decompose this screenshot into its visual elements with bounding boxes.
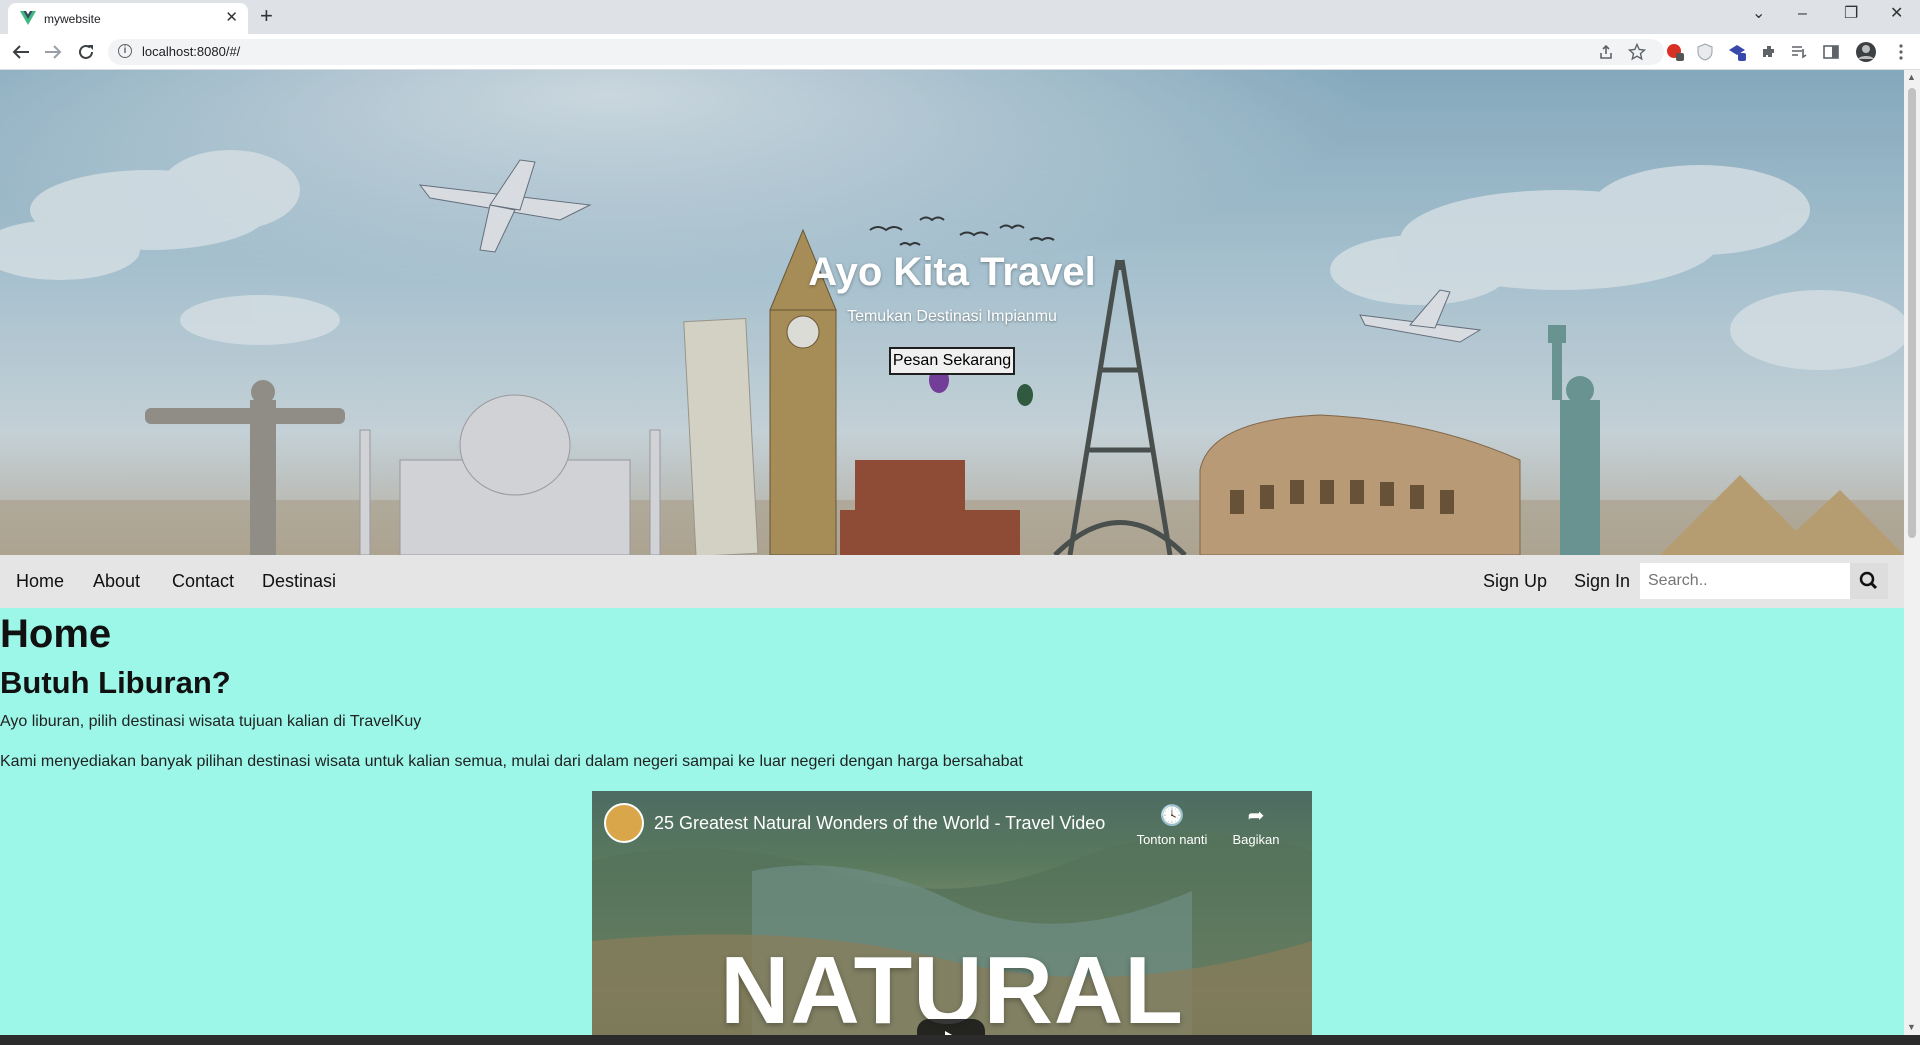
nav-contact[interactable]: Contact: [172, 571, 234, 592]
bookmark-star-icon[interactable]: [1628, 43, 1646, 61]
close-window-button[interactable]: ✕: [1890, 4, 1903, 24]
browser-toolbar: i localhost:8080/#/: [0, 34, 1920, 70]
youtube-video-embed[interactable]: 25 Greatest Natural Wonders of the World…: [592, 791, 1312, 1035]
share-button[interactable]: ➦ Bagikan: [1216, 803, 1296, 847]
browser-tab[interactable]: mywebsite ✕: [8, 3, 248, 34]
watch-later-button[interactable]: 🕓 Tonton nanti: [1132, 803, 1212, 847]
clock-icon: 🕓: [1159, 805, 1185, 827]
forward-icon[interactable]: [44, 44, 62, 60]
share-icon[interactable]: [1598, 44, 1614, 60]
extensions-icon[interactable]: [1760, 43, 1778, 61]
adblock-extension-icon[interactable]: [1666, 43, 1684, 61]
scroll-up-icon[interactable]: ▲: [1907, 72, 1916, 82]
page-scrollbar[interactable]: ▲ ▼: [1904, 70, 1920, 1035]
restore-button[interactable]: ❐: [1844, 4, 1858, 24]
back-icon[interactable]: [12, 44, 30, 60]
menu-icon[interactable]: [1892, 43, 1910, 61]
sign-up-link[interactable]: Sign Up: [1483, 571, 1547, 592]
page-title: Home: [0, 612, 112, 656]
new-tab-button[interactable]: +: [260, 4, 273, 28]
browser-tab-strip: mywebsite ✕ + ⌄ – ❐ ✕: [0, 0, 1920, 34]
tab-title: mywebsite: [44, 12, 101, 26]
nav-about[interactable]: About: [93, 571, 140, 592]
scroll-thumb[interactable]: [1908, 88, 1916, 538]
nav-home[interactable]: Home: [16, 571, 64, 592]
shield-extension-icon[interactable]: [1696, 43, 1714, 61]
page-viewport: Ayo Kita Travel Temukan Destinasi Impian…: [0, 70, 1904, 1035]
reload-icon[interactable]: [77, 43, 95, 61]
play-button[interactable]: [917, 1019, 985, 1035]
section-title: Butuh Liburan?: [0, 665, 231, 700]
extension-badge-icon[interactable]: [1728, 43, 1746, 61]
nav-destinasi[interactable]: Destinasi: [262, 571, 336, 592]
scroll-down-icon[interactable]: ▼: [1907, 1022, 1916, 1032]
intro-paragraph: Ayo liburan, pilih destinasi wisata tuju…: [0, 713, 422, 730]
channel-avatar[interactable]: [604, 803, 644, 843]
hero-subtitle: Temukan Destinasi Impianmu: [847, 308, 1057, 325]
main-navbar: Home About Contact Destinasi Sign Up Sig…: [0, 555, 1904, 608]
search-button[interactable]: [1850, 563, 1888, 599]
reading-list-icon[interactable]: [1790, 43, 1808, 61]
url-text[interactable]: localhost:8080/#/: [142, 44, 240, 59]
search-icon: [1859, 571, 1878, 590]
video-title[interactable]: 25 Greatest Natural Wonders of the World…: [654, 813, 1105, 834]
profile-avatar-icon[interactable]: [1855, 41, 1877, 63]
book-now-button[interactable]: Pesan Sekarang: [889, 347, 1015, 375]
minimize-button[interactable]: –: [1798, 4, 1807, 24]
tab-search-icon[interactable]: ⌄: [1752, 4, 1765, 24]
tab-close-icon[interactable]: ✕: [225, 9, 238, 27]
hero-title: Ayo Kita Travel: [808, 250, 1096, 294]
hero-banner: Ayo Kita Travel Temukan Destinasi Impian…: [0, 70, 1904, 555]
vue-logo-icon: [20, 11, 36, 25]
description-paragraph: Kami menyediakan banyak pilihan destinas…: [0, 753, 1023, 770]
search-input[interactable]: [1640, 563, 1850, 599]
taskbar-edge: [0, 1035, 1920, 1045]
side-panel-icon[interactable]: [1822, 43, 1840, 61]
watch-later-label: Tonton nanti: [1136, 832, 1208, 847]
site-info-icon[interactable]: i: [118, 44, 132, 58]
sign-in-link[interactable]: Sign In: [1574, 571, 1630, 592]
address-bar[interactable]: i localhost:8080/#/: [108, 39, 1664, 65]
share-label: Bagikan: [1232, 832, 1280, 847]
share-arrow-icon: ➦: [1247, 805, 1265, 827]
